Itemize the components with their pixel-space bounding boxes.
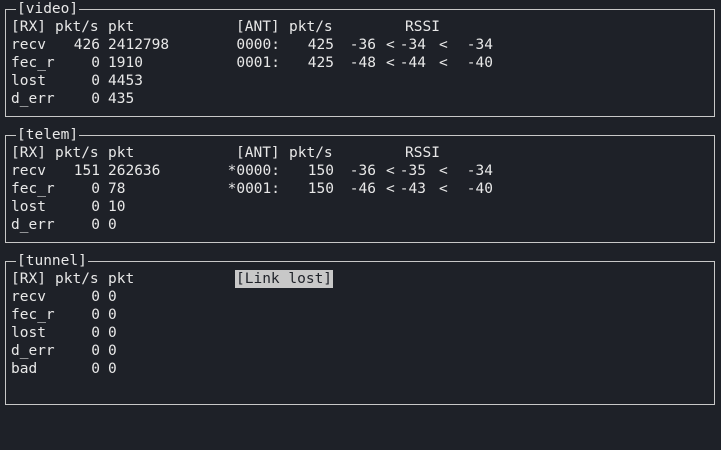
table-row: d_err 0 0 bbox=[11, 216, 117, 234]
row-pkts: 426 bbox=[73, 37, 100, 53]
antenna-pkts: 425 bbox=[307, 55, 334, 71]
rssi-header: RSSI bbox=[405, 19, 440, 35]
rssi-min: -36 bbox=[349, 37, 376, 53]
row-name: d_err bbox=[11, 343, 55, 359]
antenna-id: 0001: bbox=[236, 55, 280, 71]
row-name: lost bbox=[11, 199, 46, 215]
ant-pkts-header: pkt/s bbox=[289, 19, 333, 35]
row-pkt: 1910 bbox=[108, 55, 143, 71]
row-pkts: 0 bbox=[91, 289, 100, 305]
pkts-header: pkt/s bbox=[55, 19, 99, 35]
antenna-pkts: 150 bbox=[307, 163, 334, 179]
tunnel-panel: [tunnel] [RX] pkt/s pkt [Link lost] recv… bbox=[5, 252, 715, 405]
table-row: fec_r 0 1910 0001: 425 -48 < -44 < -40 bbox=[11, 54, 493, 72]
antenna-pkts: 150 bbox=[307, 181, 334, 197]
row-pkt: 435 bbox=[108, 91, 135, 107]
rssi-avg: -43 bbox=[399, 181, 426, 197]
table-row: lost 0 4453 bbox=[11, 72, 143, 90]
row-pkts: 0 bbox=[91, 199, 100, 215]
ant-pkts-header: pkt/s bbox=[289, 145, 333, 161]
row-pkts: 151 bbox=[73, 163, 100, 179]
row-pkts: 0 bbox=[91, 307, 100, 323]
table-row: fec_r 0 78 *0001: 150 -46 < -43 < -40 bbox=[11, 180, 493, 198]
row-name: lost bbox=[11, 73, 46, 89]
rx-header: [RX] bbox=[11, 19, 46, 35]
rx-header: [RX] bbox=[11, 271, 46, 287]
row-name: fec_r bbox=[11, 181, 55, 197]
row-pkt: 4453 bbox=[108, 73, 143, 89]
row-pkts: 0 bbox=[91, 91, 100, 107]
row-pkts: 0 bbox=[91, 55, 100, 71]
row-pkts: 0 bbox=[91, 217, 100, 233]
antenna-id: 0000: bbox=[236, 37, 280, 53]
antenna-id: *0001: bbox=[227, 181, 280, 197]
row-pkt: 0 bbox=[108, 343, 117, 359]
antenna-pkts: 425 bbox=[307, 37, 334, 53]
pkt-header: pkt bbox=[108, 271, 135, 287]
row-pkt: 0 bbox=[108, 307, 117, 323]
rssi-max: -40 bbox=[466, 55, 493, 71]
table-row: recv 0 0 bbox=[11, 288, 117, 306]
rssi-header: RSSI bbox=[405, 145, 440, 161]
row-pkt: 0 bbox=[108, 361, 117, 377]
row-name: d_err bbox=[11, 217, 55, 233]
row-name: fec_r bbox=[11, 55, 55, 71]
rssi-avg: -44 bbox=[399, 55, 426, 71]
rssi-min: -46 bbox=[349, 181, 376, 197]
rssi-avg: -35 bbox=[399, 163, 426, 179]
rx-header: [RX] bbox=[11, 145, 46, 161]
row-pkt: 0 bbox=[108, 325, 117, 341]
telem-header-row: [RX] pkt/s pkt [ANT] pkt/s RSSI bbox=[11, 144, 440, 162]
row-name: recv bbox=[11, 37, 46, 53]
row-name: fec_r bbox=[11, 307, 55, 323]
table-row: d_err 0 0 bbox=[11, 342, 117, 360]
row-pkts: 0 bbox=[91, 361, 100, 377]
rssi-max: -34 bbox=[466, 37, 493, 53]
row-pkt: 2412798 bbox=[108, 37, 170, 53]
table-row: lost 0 0 bbox=[11, 324, 117, 342]
rssi-min: -36 bbox=[349, 163, 376, 179]
table-row: recv 426 2412798 0000: 425 -36 < -34 < -… bbox=[11, 36, 493, 54]
row-pkts: 0 bbox=[91, 343, 100, 359]
video-panel: [video] [RX] pkt/s pkt [ANT] pkt/s RSSI … bbox=[5, 0, 715, 117]
pkt-header: pkt bbox=[108, 145, 135, 161]
antenna-id: *0000: bbox=[227, 163, 280, 179]
row-name: lost bbox=[11, 325, 46, 341]
pkt-header: pkt bbox=[108, 19, 135, 35]
video-panel-title: [video] bbox=[16, 0, 80, 18]
row-pkt: 262636 bbox=[108, 163, 161, 179]
row-pkt: 0 bbox=[108, 289, 117, 305]
tunnel-panel-title: [tunnel] bbox=[16, 252, 88, 270]
row-pkts: 0 bbox=[91, 181, 100, 197]
tunnel-header-row: [RX] pkt/s pkt [Link lost] bbox=[11, 270, 334, 288]
row-name: d_err bbox=[11, 91, 55, 107]
row-name: bad bbox=[11, 361, 38, 377]
row-pkts: 0 bbox=[91, 325, 100, 341]
telem-panel-title: [telem] bbox=[16, 126, 80, 144]
telem-panel: [telem] [RX] pkt/s pkt [ANT] pkt/s RSSI … bbox=[5, 126, 715, 243]
pkts-header: pkt/s bbox=[55, 271, 99, 287]
row-pkt: 10 bbox=[108, 199, 126, 215]
table-row: recv 151 262636 *0000: 150 -36 < -35 < -… bbox=[11, 162, 493, 180]
rssi-min: -48 bbox=[349, 55, 376, 71]
row-pkts: 0 bbox=[91, 73, 100, 89]
table-row: bad 0 0 bbox=[11, 360, 117, 378]
table-row: d_err 0 435 bbox=[11, 90, 134, 108]
row-name: recv bbox=[11, 163, 46, 179]
rssi-max: -34 bbox=[466, 163, 493, 179]
link-lost-status: [Link lost] bbox=[235, 270, 334, 288]
terminal-window: [video] [RX] pkt/s pkt [ANT] pkt/s RSSI … bbox=[0, 0, 721, 411]
row-name: recv bbox=[11, 289, 46, 305]
row-pkt: 78 bbox=[108, 181, 126, 197]
ant-header: [ANT] bbox=[236, 19, 280, 35]
table-row: fec_r 0 0 bbox=[11, 306, 117, 324]
rssi-avg: -34 bbox=[399, 37, 426, 53]
row-pkt: 0 bbox=[108, 217, 117, 233]
video-header-row: [RX] pkt/s pkt [ANT] pkt/s RSSI bbox=[11, 18, 440, 36]
pkts-header: pkt/s bbox=[55, 145, 99, 161]
table-row: lost 0 10 bbox=[11, 198, 125, 216]
rssi-max: -40 bbox=[466, 181, 493, 197]
ant-header: [ANT] bbox=[236, 145, 280, 161]
